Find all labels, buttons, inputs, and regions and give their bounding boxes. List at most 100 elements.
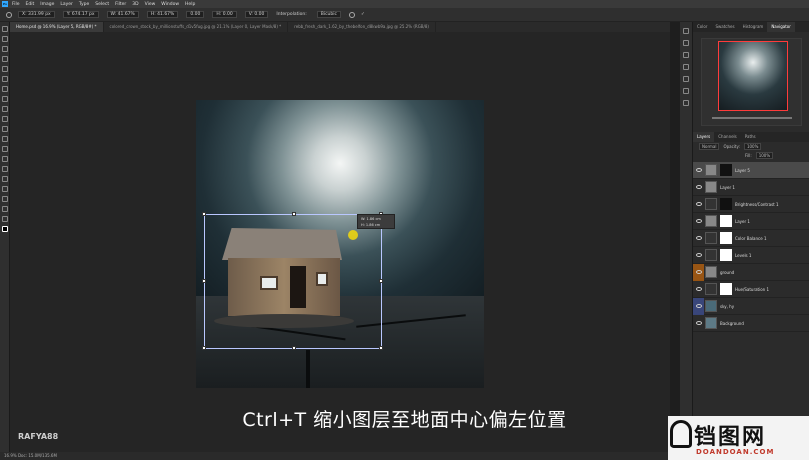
layer-mask-thumbnail[interactable]	[720, 164, 732, 176]
eraser-tool-icon[interactable]	[2, 126, 8, 132]
layer-row[interactable]: Hue/Saturation 1	[693, 281, 809, 298]
hand-tool-icon[interactable]	[2, 206, 8, 212]
commit-transform-icon[interactable]: ✓	[361, 12, 365, 17]
zoom-tool-icon[interactable]	[2, 216, 8, 222]
healing-tool-icon[interactable]	[2, 86, 8, 92]
visibility-eye-icon[interactable]	[696, 236, 702, 240]
menu-help[interactable]: Help	[185, 2, 195, 7]
layer-name[interactable]: Layer 1	[720, 185, 735, 190]
pen-tool-icon[interactable]	[2, 166, 8, 172]
visibility-eye-icon[interactable]	[696, 168, 702, 172]
menu-view[interactable]: View	[145, 2, 156, 7]
info-icon[interactable]	[683, 100, 689, 106]
blur-tool-icon[interactable]	[2, 146, 8, 152]
transform-handle[interactable]	[379, 279, 383, 283]
x-field[interactable]: X: 331.99 px	[18, 11, 55, 18]
layer-mask-thumbnail[interactable]	[720, 198, 732, 210]
layer-row[interactable]: Layer 1	[693, 179, 809, 196]
visibility-eye-icon[interactable]	[696, 202, 702, 206]
layer-name[interactable]: Background	[720, 321, 744, 326]
lasso-tool-icon[interactable]	[2, 46, 8, 52]
opacity-field[interactable]: 100%	[743, 143, 762, 150]
layer-mask-thumbnail[interactable]	[720, 249, 732, 261]
tab-color[interactable]: Color	[693, 22, 711, 32]
visibility-eye-icon[interactable]	[696, 185, 702, 189]
layer-row[interactable]: sky, hy	[693, 298, 809, 315]
eyedropper-tool-icon[interactable]	[2, 76, 8, 82]
layer-row[interactable]: Background	[693, 315, 809, 332]
menu-file[interactable]: File	[12, 2, 20, 7]
layer-name[interactable]: sky, hy	[720, 304, 734, 309]
brush-tool-icon[interactable]	[2, 96, 8, 102]
layer-name[interactable]: Color Balance 1	[735, 236, 766, 241]
visibility-eye-icon[interactable]	[696, 321, 702, 325]
layer-row[interactable]: Layer 5	[693, 162, 809, 179]
navigator-zoom-slider[interactable]	[712, 117, 792, 119]
marquee-tool-icon[interactable]	[2, 36, 8, 42]
menu-type[interactable]: Type	[79, 2, 89, 7]
tab-swatches[interactable]: Swatches	[711, 22, 738, 32]
width-field[interactable]: W: 41.67%	[106, 11, 139, 18]
tab-home-psd[interactable]: Home.psd @ 16.9% (Layer 5, RGB/8#) *	[10, 22, 104, 32]
shape-tool-icon[interactable]	[2, 196, 8, 202]
blend-mode-select[interactable]: Normal	[699, 143, 720, 150]
menu-window[interactable]: Window	[161, 2, 179, 7]
tab-channels[interactable]: Channels	[714, 132, 741, 142]
move-tool-icon[interactable]	[2, 26, 8, 32]
layer-row[interactable]: Layer 1	[693, 213, 809, 230]
layer-row[interactable]: Brightness/Contrast 1	[693, 196, 809, 213]
tab-paths[interactable]: Paths	[741, 132, 760, 142]
crop-tool-icon[interactable]	[2, 66, 8, 72]
visibility-eye-icon[interactable]	[696, 270, 702, 274]
menu-image[interactable]: Image	[40, 2, 54, 7]
clone-stamp-tool-icon[interactable]	[2, 106, 8, 112]
history-brush-tool-icon[interactable]	[2, 116, 8, 122]
layer-row[interactable]: ground	[693, 264, 809, 281]
navigator-thumbnail[interactable]	[718, 41, 788, 111]
character-icon[interactable]	[683, 88, 689, 94]
angle-field[interactable]: 0.00	[186, 11, 205, 18]
transform-handle[interactable]	[379, 346, 383, 350]
layer-name[interactable]: Hue/Saturation 1	[735, 287, 769, 292]
transform-handle[interactable]	[202, 212, 206, 216]
dodge-tool-icon[interactable]	[2, 156, 8, 162]
menu-3d[interactable]: 3D	[132, 2, 138, 7]
type-tool-icon[interactable]	[2, 176, 8, 182]
layer-name[interactable]: Layer 5	[735, 168, 750, 173]
tab-layers[interactable]: Layers	[693, 132, 715, 142]
transform-handle[interactable]	[292, 346, 296, 350]
menu-layer[interactable]: Layer	[60, 2, 73, 7]
visibility-eye-icon[interactable]	[696, 219, 702, 223]
paragraph-icon[interactable]	[683, 76, 689, 82]
libraries-icon[interactable]	[683, 64, 689, 70]
tab-crown-stock[interactable]: colored_crown_stock_by_millionstuffs_d1v…	[104, 22, 289, 32]
height-field[interactable]: H: 41.67%	[146, 11, 179, 18]
history-icon[interactable]	[683, 28, 689, 34]
layer-name[interactable]: Brightness/Contrast 1	[735, 202, 779, 207]
y-field[interactable]: Y: 674.17 px	[62, 11, 99, 18]
hskew-field[interactable]: H: 0.00	[212, 11, 237, 18]
adjustments-icon[interactable]	[683, 52, 689, 58]
gradient-tool-icon[interactable]	[2, 136, 8, 142]
tab-rebb-fresh[interactable]: rebb_fresh_dark_1.62_by_thebelfon_d8kwb9…	[288, 22, 436, 32]
tab-navigator[interactable]: Navigator	[767, 22, 795, 32]
layer-mask-thumbnail[interactable]	[720, 215, 732, 227]
visibility-eye-icon[interactable]	[696, 304, 702, 308]
transform-reference-icon[interactable]	[6, 11, 12, 18]
quick-select-tool-icon[interactable]	[2, 56, 8, 62]
layer-mask-thumbnail[interactable]	[720, 232, 732, 244]
layer-mask-thumbnail[interactable]	[720, 283, 732, 295]
menu-filter[interactable]: Filter	[115, 2, 126, 7]
layer-name[interactable]: ground	[720, 270, 734, 275]
layer-row[interactable]: Levels 1	[693, 247, 809, 264]
visibility-eye-icon[interactable]	[696, 287, 702, 291]
color-swatches-icon[interactable]	[2, 226, 8, 232]
menu-edit[interactable]: Edit	[26, 2, 35, 7]
transform-handle[interactable]	[202, 346, 206, 350]
cancel-transform-icon[interactable]	[348, 11, 355, 18]
tab-histogram[interactable]: Histogram	[739, 22, 768, 32]
vskew-field[interactable]: V: 0.00	[244, 11, 269, 18]
layer-name[interactable]: Layer 1	[735, 219, 750, 224]
layer-name[interactable]: Levels 1	[735, 253, 751, 258]
fill-field[interactable]: 100%	[755, 152, 774, 159]
